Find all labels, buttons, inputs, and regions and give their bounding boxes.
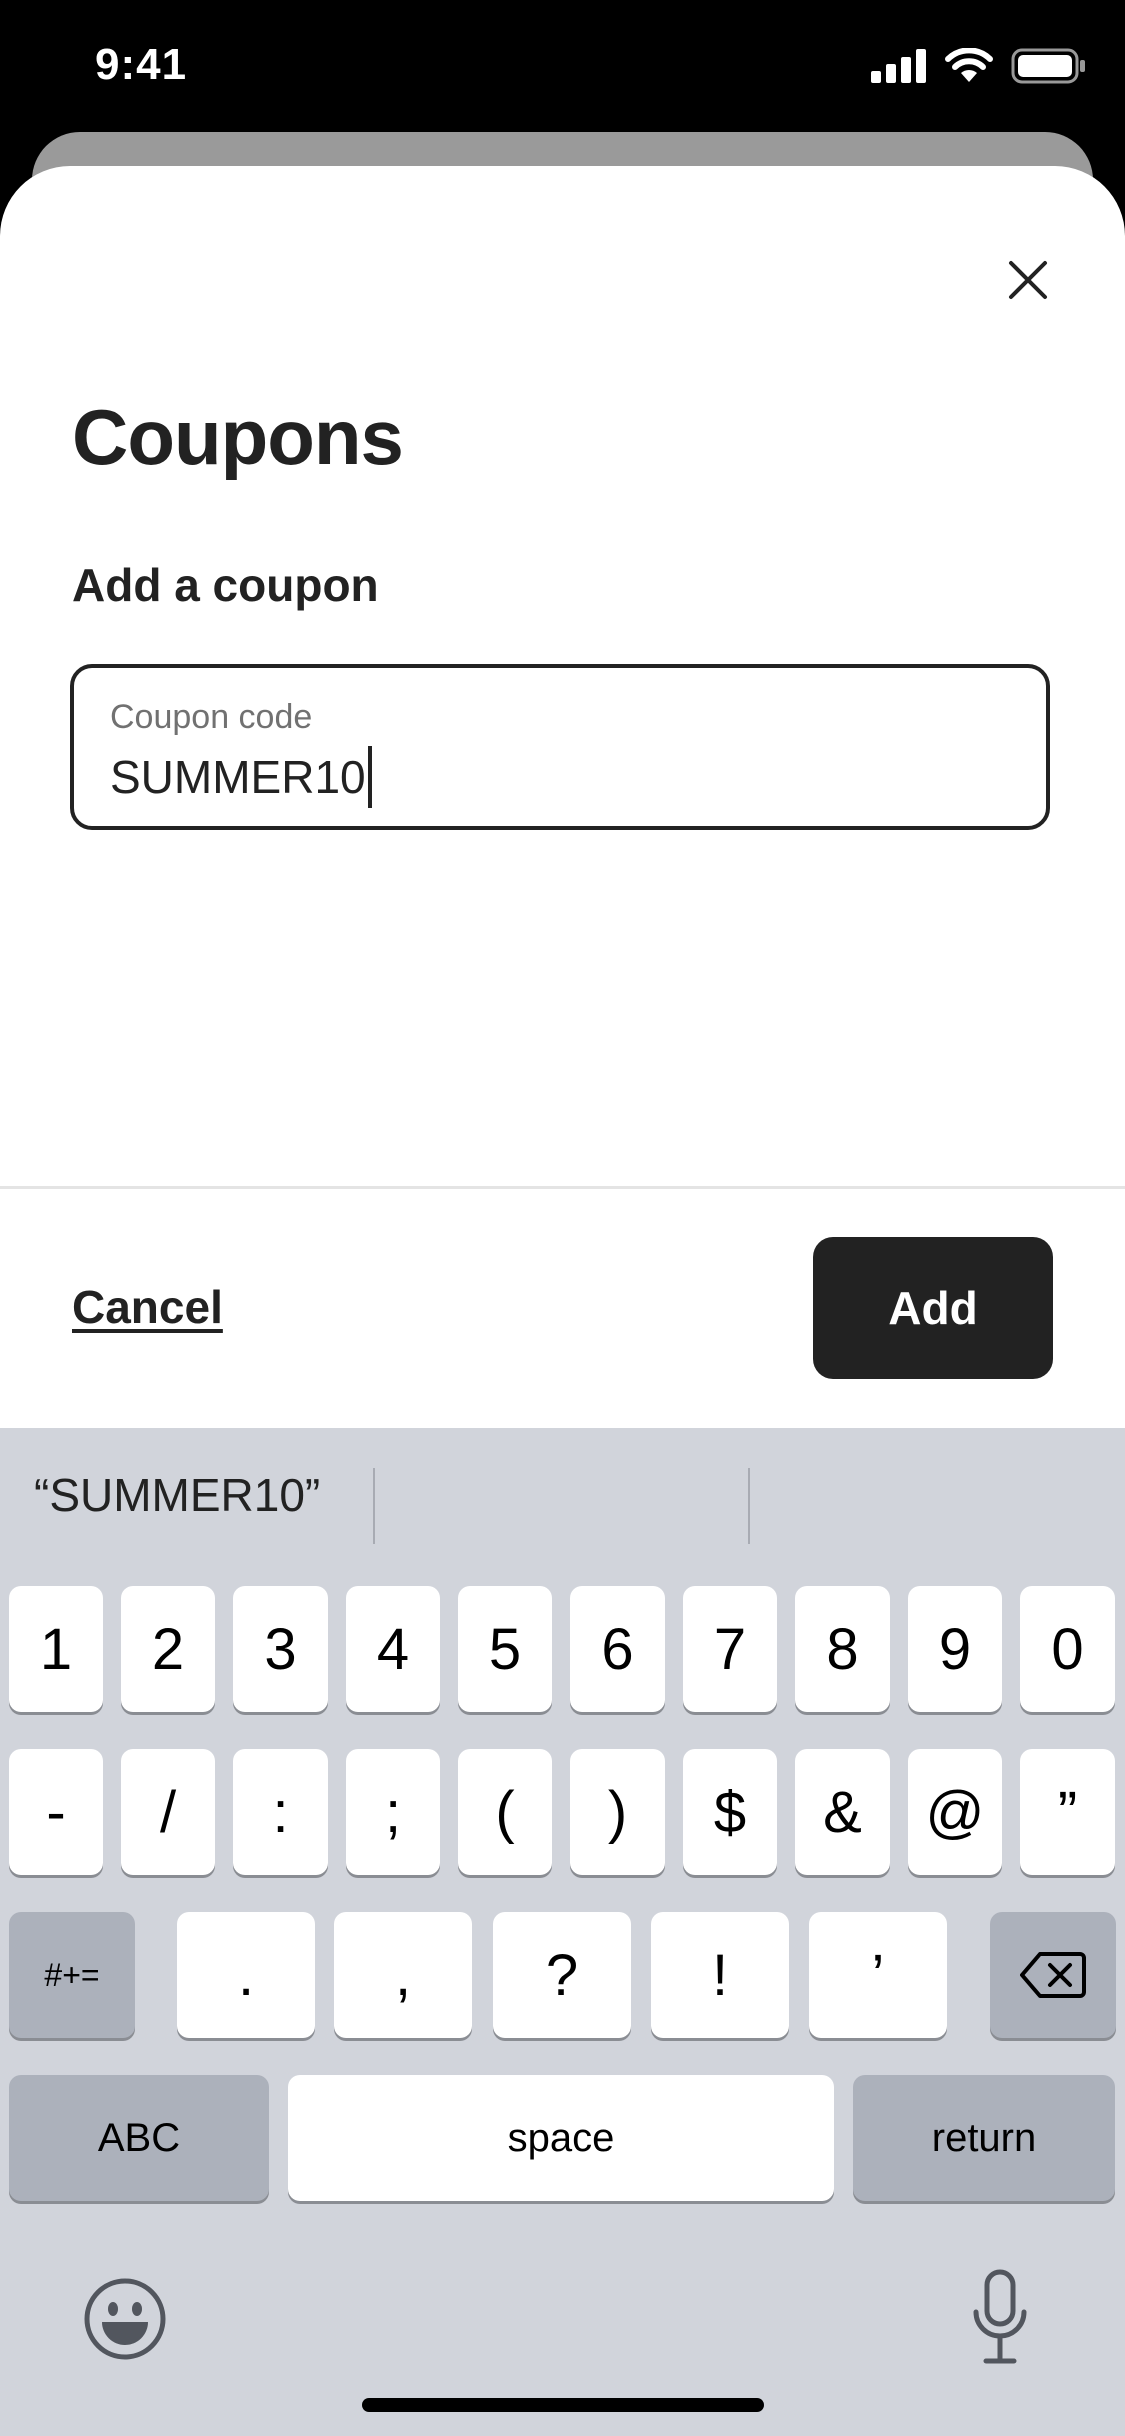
key-at[interactable]: @	[908, 1749, 1002, 1875]
coupon-code-input[interactable]: SUMMER10	[110, 746, 372, 808]
status-time: 9:41	[95, 40, 188, 89]
key-semicolon[interactable]: ;	[346, 1749, 440, 1875]
key-0[interactable]: 0	[1020, 1586, 1115, 1712]
emoji-icon	[84, 2278, 166, 2360]
space-key[interactable]: space	[288, 2075, 834, 2201]
close-icon	[1009, 261, 1047, 299]
emoji-key[interactable]	[82, 2276, 168, 2362]
key-7[interactable]: 7	[683, 1586, 777, 1712]
key-colon[interactable]: :	[233, 1749, 328, 1875]
cancel-button[interactable]: Cancel	[72, 1280, 223, 1334]
symbols-key[interactable]: #+=	[9, 1912, 135, 2038]
key-9[interactable]: 9	[908, 1586, 1002, 1712]
abc-key[interactable]: ABC	[9, 2075, 269, 2201]
suggestion-bar: “SUMMER10”	[0, 1428, 1125, 1578]
key-apostrophe[interactable]: ’	[809, 1912, 947, 2038]
coupon-code-value: SUMMER10	[110, 751, 366, 803]
cellular-signal-icon	[871, 49, 926, 83]
key-slash[interactable]: /	[121, 1749, 215, 1875]
dictation-key[interactable]	[970, 2268, 1030, 2368]
suggestion-divider	[373, 1468, 375, 1544]
key-comma[interactable]: ,	[334, 1912, 472, 2038]
home-indicator	[362, 2398, 764, 2412]
key-ampersand[interactable]: &	[795, 1749, 890, 1875]
close-button[interactable]	[998, 250, 1058, 310]
microphone-icon	[973, 2269, 1027, 2364]
add-button[interactable]: Add	[813, 1237, 1053, 1379]
key-hyphen[interactable]: -	[9, 1749, 103, 1875]
backspace-key[interactable]	[990, 1912, 1116, 2038]
key-quote[interactable]: ”	[1020, 1749, 1115, 1875]
key-3[interactable]: 3	[233, 1586, 328, 1712]
text-caret	[367, 746, 372, 808]
key-dollar[interactable]: $	[683, 1749, 777, 1875]
status-icons	[871, 48, 1087, 84]
key-open-paren[interactable]: (	[458, 1749, 552, 1875]
suggestion-1[interactable]: “SUMMER10”	[34, 1468, 320, 1522]
key-exclamation[interactable]: !	[651, 1912, 789, 2038]
key-close-paren[interactable]: )	[570, 1749, 665, 1875]
key-2[interactable]: 2	[121, 1586, 215, 1712]
coupon-code-label: Coupon code	[110, 698, 313, 736]
coupon-code-field[interactable]: Coupon code SUMMER10	[70, 664, 1050, 830]
key-question[interactable]: ?	[493, 1912, 631, 2038]
footer-divider	[0, 1186, 1125, 1189]
suggestion-divider	[748, 1468, 750, 1544]
key-8[interactable]: 8	[795, 1586, 890, 1712]
return-key[interactable]: return	[853, 2075, 1115, 2201]
backspace-icon	[1020, 1952, 1086, 1998]
section-title: Add a coupon	[72, 559, 379, 611]
wifi-icon	[945, 48, 993, 82]
key-4[interactable]: 4	[346, 1586, 440, 1712]
key-5[interactable]: 5	[458, 1586, 552, 1712]
status-bar: 9:41	[0, 0, 1125, 132]
key-1[interactable]: 1	[9, 1586, 103, 1712]
key-period[interactable]: .	[177, 1912, 315, 2038]
page-title: Coupons	[72, 393, 404, 481]
key-6[interactable]: 6	[570, 1586, 665, 1712]
battery-icon	[1011, 48, 1085, 84]
